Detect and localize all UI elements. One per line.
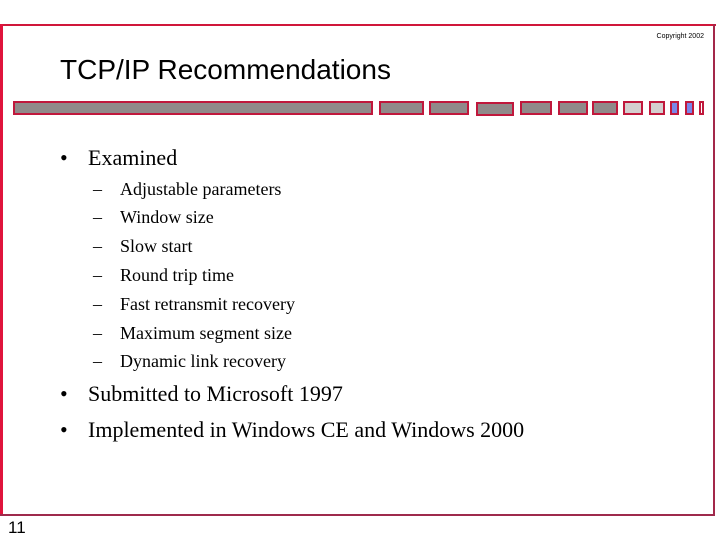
bar-segment	[13, 101, 373, 115]
dash-icon: –	[93, 265, 102, 285]
bullet-icon: •	[60, 417, 68, 442]
dash-icon: –	[93, 179, 102, 199]
sub-bullet-text: Fast retransmit recovery	[120, 294, 295, 314]
bar-segment	[476, 102, 514, 116]
bullet-text: Examined	[88, 145, 178, 170]
bar-segment	[592, 101, 618, 115]
dash-icon: –	[93, 323, 102, 343]
slide-frame-right-border	[713, 24, 715, 516]
dash-icon: –	[93, 207, 102, 227]
dash-icon: –	[93, 294, 102, 314]
slide-frame-bottom-border	[0, 514, 715, 516]
sub-bullet-text: Round trip time	[120, 265, 234, 285]
sub-bullet-text: Slow start	[120, 236, 193, 256]
bar-segment	[649, 101, 665, 115]
bullet-text: Submitted to Microsoft 1997	[88, 381, 343, 406]
slide-title: TCP/IP Recommendations	[60, 54, 391, 85]
bullet-icon: •	[60, 381, 68, 406]
slide-number: 11	[8, 518, 26, 537]
dash-icon: –	[93, 236, 102, 256]
dash-icon: –	[93, 351, 102, 371]
sub-bullet-text: Adjustable parameters	[120, 179, 282, 199]
bar-segment	[699, 101, 704, 115]
slide-frame-left-border	[0, 24, 3, 516]
copyright-notice: Copyright 2002	[656, 33, 704, 40]
bar-segment	[558, 101, 588, 115]
bar-segment	[670, 101, 679, 115]
bar-segment	[379, 101, 424, 115]
slide-frame-top-border	[0, 24, 716, 26]
bar-segment	[429, 101, 469, 115]
bar-segment	[623, 101, 643, 115]
sub-bullet-text: Dynamic link recovery	[120, 351, 286, 371]
sub-bullet-text: Window size	[120, 207, 214, 227]
sub-bullet-text: Maximum segment size	[120, 323, 292, 343]
bullet-text: Implemented in Windows CE and Windows 20…	[88, 417, 525, 442]
bar-segment	[520, 101, 552, 115]
bullet-icon: •	[60, 145, 68, 170]
bar-segment	[685, 101, 694, 115]
